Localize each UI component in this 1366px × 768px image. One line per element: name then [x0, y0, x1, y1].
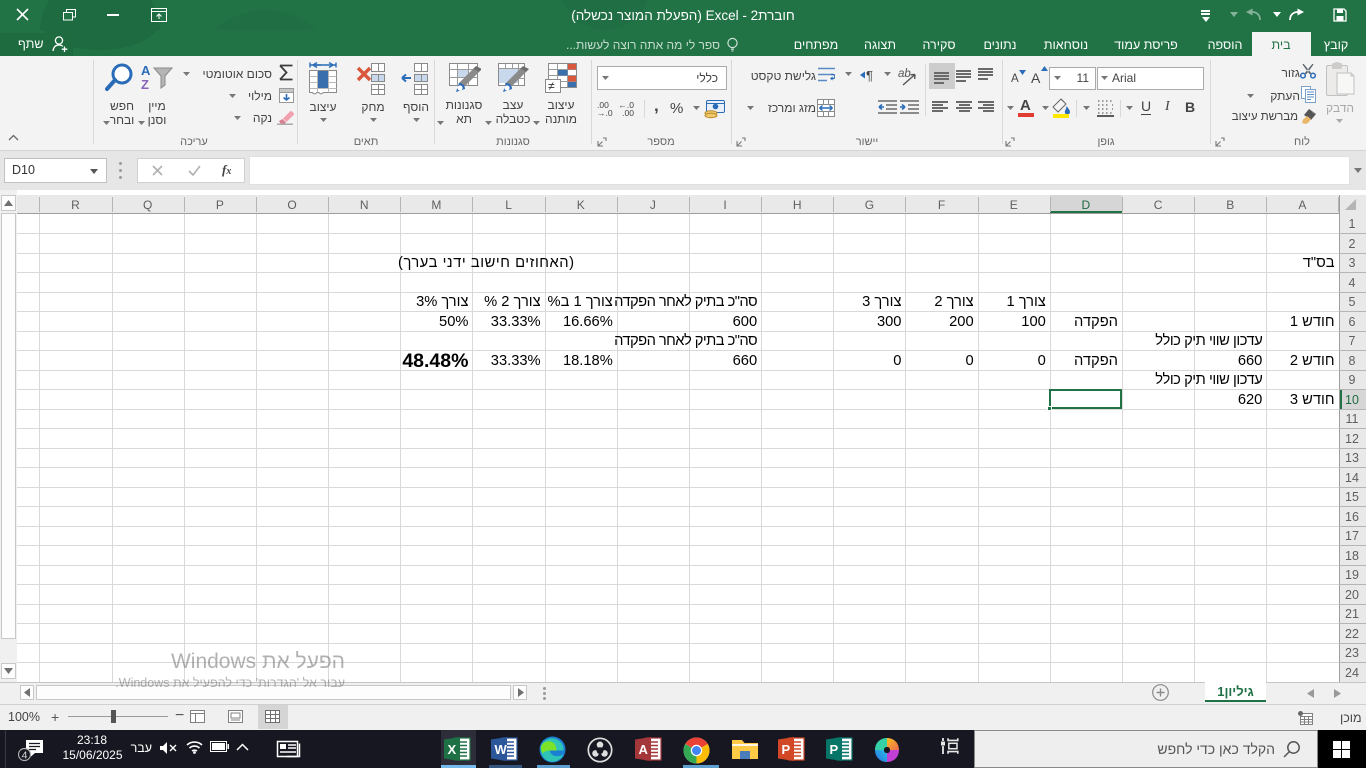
svg-text:ab: ab — [898, 68, 911, 80]
svg-text:¶: ¶ — [866, 68, 873, 82]
svg-text:P: P — [830, 742, 839, 757]
svg-text:X: X — [448, 742, 457, 757]
svg-text:W: W — [495, 742, 508, 757]
svg-text:4: 4 — [22, 750, 28, 762]
svg-text:P: P — [782, 742, 791, 757]
svg-text:≠: ≠ — [548, 79, 555, 93]
svg-text:A: A — [639, 742, 649, 757]
